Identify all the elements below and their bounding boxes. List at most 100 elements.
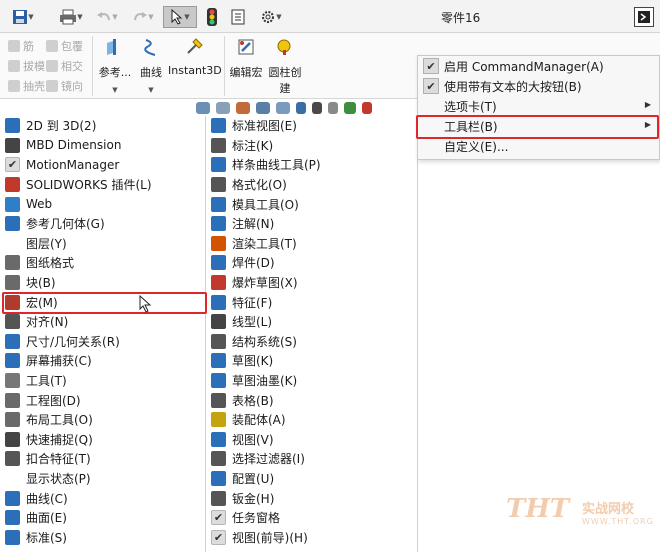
view-orientation-icon[interactable] xyxy=(296,102,306,114)
toolbar-item[interactable]: 快速捕捉(Q) xyxy=(0,430,205,450)
dynamic-annotation-icon[interactable] xyxy=(276,102,290,114)
toolbar-item[interactable]: 布局工具(O) xyxy=(0,410,205,430)
toolbar-item[interactable]: 曲面(E) xyxy=(0,508,205,528)
curves-button[interactable]: 曲线 ▼ xyxy=(136,37,166,94)
toolbar-item[interactable]: 特征(F) xyxy=(206,292,417,312)
ribbon-divider xyxy=(92,36,93,96)
toolbar-item[interactable]: 结构系统(S) xyxy=(206,332,417,352)
toolbar-item[interactable]: MBD Dimension xyxy=(0,136,205,156)
toolbar-item[interactable]: 宏(M) xyxy=(0,292,205,312)
toolbar-item[interactable]: 曲线(C) xyxy=(0,488,205,508)
toolbar-item[interactable]: 参考几何体(G) xyxy=(0,214,205,234)
toolbar-item[interactable]: 焊件(D) xyxy=(206,253,417,273)
toolbar-item[interactable]: 图层(Y) xyxy=(0,234,205,254)
toolbar-item[interactable]: 线型(L) xyxy=(206,312,417,332)
toolbar-item[interactable]: 尺寸/几何关系(R) xyxy=(0,332,205,352)
context-menu-item[interactable]: 工具栏(B) ▶ xyxy=(418,116,659,136)
reference-geometry-icon xyxy=(107,39,116,55)
cylinder-create-button[interactable]: 圆柱创 建 xyxy=(266,37,304,96)
toolbar-item-label: 2D 到 3D(2) xyxy=(26,119,97,134)
zoom-icon[interactable] xyxy=(196,102,210,114)
save-button[interactable]: ▼ xyxy=(6,6,40,28)
toolbar-item-label: Web xyxy=(26,197,53,212)
toolbar-item[interactable]: 块(B) xyxy=(0,273,205,293)
submenu-arrow-icon: ▶ xyxy=(644,120,651,129)
toolbar-item[interactable]: 显示状态(P) xyxy=(0,469,205,489)
toolbar-item-label: 图层(Y) xyxy=(26,236,67,251)
chevron-down-icon: ▼ xyxy=(184,13,190,21)
structure-system-icon xyxy=(211,333,226,349)
toolbar-item[interactable]: Web xyxy=(0,194,205,214)
shell-button[interactable]: 抽壳 xyxy=(8,78,45,94)
instant3d-button[interactable]: Instant3D xyxy=(168,37,222,77)
context-menu-item[interactable]: 自定义(E)... xyxy=(418,136,659,156)
toolbar-item[interactable]: 标注(K) xyxy=(206,136,417,156)
toolbar-item[interactable]: 视图(V) xyxy=(206,430,417,450)
annotation-icon xyxy=(211,137,226,153)
toolbar-item[interactable]: 表格(B) xyxy=(206,390,417,410)
zoom-area-icon[interactable] xyxy=(216,102,230,114)
edit-macro-button[interactable]: 编辑宏 xyxy=(227,37,265,80)
mirror-button[interactable]: 镜向 xyxy=(46,78,83,94)
rebuild-button[interactable] xyxy=(203,6,221,28)
toolbar-item[interactable]: 模具工具(O) xyxy=(206,194,417,214)
appearance-icon[interactable] xyxy=(344,102,356,114)
reference-geometry-button[interactable]: 参考... ▼ xyxy=(96,37,134,94)
undo-button[interactable]: ▼ xyxy=(92,6,122,28)
chevron-down-icon: ▼ xyxy=(112,86,118,94)
wrap-button[interactable]: 包覆 xyxy=(46,38,83,54)
intersect-button[interactable]: 相交 xyxy=(46,58,83,74)
rib-button[interactable]: 筋 xyxy=(8,38,34,54)
toolbar-item[interactable]: 工程图(D) xyxy=(0,390,205,410)
toolbar-item-label: 工具(T) xyxy=(26,374,67,389)
search-commands-button[interactable] xyxy=(634,7,654,27)
redo-button[interactable]: ▼ xyxy=(128,6,158,28)
document-title: 零件16 xyxy=(441,11,481,25)
wrap-icon xyxy=(46,40,58,52)
context-menu-item[interactable]: ✔ 启用 CommandManager(A) xyxy=(418,56,659,76)
toolbar-item[interactable]: SOLIDWORKS 插件(L) xyxy=(0,175,205,195)
toolbar-item[interactable]: 扣合特征(T) xyxy=(0,449,205,469)
file-properties-button[interactable] xyxy=(229,6,247,28)
toolbar-item[interactable]: 工具(T) xyxy=(0,371,205,391)
display-style-icon[interactable] xyxy=(312,102,322,114)
chevron-down-icon: ▼ xyxy=(276,13,282,21)
toolbar-item[interactable]: 注解(N) xyxy=(206,214,417,234)
context-menu-item[interactable]: ✔ 使用带有文本的大按钮(B) xyxy=(418,76,659,96)
toolbar-item[interactable]: 屏幕捕获(C) xyxy=(0,351,205,371)
sheet-format-icon xyxy=(5,255,20,271)
chevron-down-icon: ▼ xyxy=(148,13,154,21)
toolbar-item[interactable]: 爆炸草图(X) xyxy=(206,273,417,293)
toolbar-item[interactable]: 对齐(N) xyxy=(0,312,205,332)
toolbar-item[interactable]: 2D 到 3D(2) xyxy=(0,116,205,136)
toolbar-item-label: 渲染工具(T) xyxy=(232,236,297,251)
toolbar-item-label: 样条曲线工具(P) xyxy=(232,158,321,173)
hide-show-icon[interactable] xyxy=(328,102,338,114)
toolbar-item[interactable]: 装配体(A) xyxy=(206,410,417,430)
print-button[interactable]: ▼ xyxy=(54,6,88,28)
rib-icon xyxy=(8,40,20,52)
toolbar-item[interactable]: 格式化(O) xyxy=(206,175,417,195)
command-prompt-icon xyxy=(638,11,650,23)
edit-macro-icon xyxy=(238,39,254,55)
toolbar-item[interactable]: 样条曲线工具(P) xyxy=(206,155,417,175)
previous-view-icon[interactable] xyxy=(236,102,250,114)
toolbar-item[interactable]: 配置(U) xyxy=(206,469,417,489)
toolbar-item[interactable]: 钣金(H) xyxy=(206,488,417,508)
toolbar-item[interactable]: ✔ MotionManager xyxy=(0,155,205,175)
toolbar-item[interactable]: ✔ 视图(前导)(H) xyxy=(206,527,417,547)
context-menu-item[interactable]: 选项卡(T) ▶ xyxy=(418,96,659,116)
toolbar-item[interactable]: 选择过滤器(I) xyxy=(206,449,417,469)
draft-button[interactable]: 拔模 xyxy=(8,58,45,74)
toolbar-item[interactable]: 草图油墨(K) xyxy=(206,371,417,391)
select-button[interactable]: ▼ xyxy=(163,6,197,28)
toolbar-item[interactable]: 标准视图(E) xyxy=(206,116,417,136)
section-view-icon[interactable] xyxy=(256,102,270,114)
toolbar-item[interactable]: ✔ 任务窗格 xyxy=(206,508,417,528)
toolbar-item[interactable]: 渲染工具(T) xyxy=(206,234,417,254)
scene-icon[interactable] xyxy=(362,102,372,114)
options-button[interactable]: ▼ xyxy=(255,6,287,28)
toolbar-item[interactable]: 草图(K) xyxy=(206,351,417,371)
toolbar-item[interactable]: 标准(S) xyxy=(0,527,205,547)
toolbar-item[interactable]: 图纸格式 xyxy=(0,253,205,273)
